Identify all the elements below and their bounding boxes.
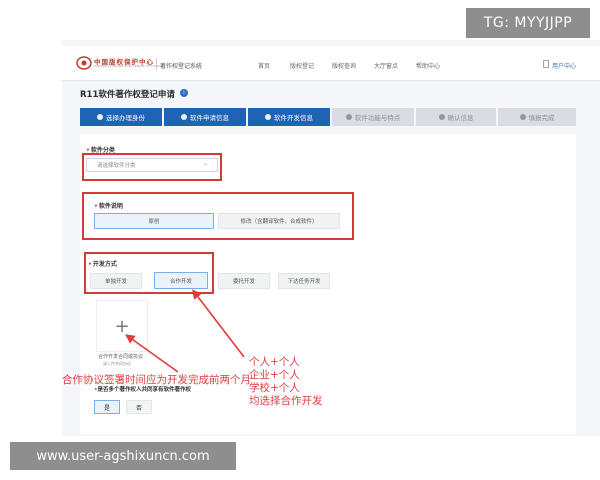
- step-select-identity[interactable]: 选择办理身份: [80, 108, 162, 126]
- option-commissioned-development[interactable]: 委托开发: [218, 273, 270, 289]
- logo-subtext: COPYRIGHT PROTECTION CENTER OF CHINA: [94, 64, 161, 68]
- highlight-box-method: [84, 252, 214, 294]
- watermark-top-right: TG: MYYJJPP: [466, 8, 590, 38]
- nav-hall[interactable]: 大厅窗点: [374, 61, 398, 70]
- option-task-development[interactable]: 下达任务开发: [278, 273, 330, 289]
- step-development-info[interactable]: 软件开发信息: [248, 108, 330, 126]
- document-icon: [345, 114, 352, 120]
- watermark-bottom-left: www.user-agshixuncn.com: [10, 442, 236, 470]
- annotation-right-line-1: 个人+个人: [249, 356, 300, 368]
- step-application-info[interactable]: 软件申请信息: [164, 108, 246, 126]
- user-icon[interactable]: [543, 60, 549, 68]
- step-confirm[interactable]: 确认信息: [416, 108, 496, 126]
- page-title: R11软件著作权登记申请: [80, 90, 175, 100]
- user-center-link[interactable]: 用户中心: [552, 61, 576, 70]
- nav-home[interactable]: 首页: [258, 61, 270, 70]
- plus-icon: +: [114, 315, 130, 337]
- multi-owner-question: •是否多个著作权人共同享有软件著作权: [94, 387, 192, 393]
- step-label: 软件开发信息: [274, 114, 313, 122]
- step-complete[interactable]: 填报完成: [498, 108, 576, 126]
- highlight-box-category: [82, 153, 222, 181]
- logo-icon: [76, 56, 92, 70]
- upload-caption: 合作开发合同或协议: [98, 354, 144, 360]
- annotation-right-line-4: 均选择合作开发: [249, 395, 323, 407]
- info-icon[interactable]: i: [180, 89, 188, 97]
- step-label: 软件功能与特点: [354, 114, 401, 122]
- annotation-right-line-3: 学校+个人: [249, 382, 300, 394]
- option-yes[interactable]: 是: [94, 400, 120, 414]
- nav-query[interactable]: 版权查询: [332, 61, 356, 70]
- step-features[interactable]: 软件功能与特点: [332, 108, 414, 126]
- step-label: 选择办理身份: [106, 114, 145, 122]
- upload-button[interactable]: +: [96, 300, 148, 352]
- check-icon: [519, 114, 526, 120]
- annotation-right-line-2: 企业+个人: [249, 369, 300, 381]
- nav-registration[interactable]: 版权登记: [290, 61, 314, 70]
- location-icon: [181, 114, 187, 120]
- upload-subcaption: 请上传合同协议: [103, 361, 131, 366]
- step-label: 确认信息: [447, 114, 474, 122]
- logo-divider: [156, 58, 157, 70]
- document-icon: [438, 114, 445, 120]
- document-icon: [265, 114, 271, 120]
- step-label: 软件申请信息: [190, 114, 229, 122]
- highlight-box-description: [82, 192, 354, 240]
- nav-help[interactable]: 帮助中心: [416, 61, 440, 70]
- user-icon: [97, 114, 103, 120]
- progress-steps: 选择办理身份 软件申请信息 软件开发信息 软件功能与特点 确认信息 填报完成: [80, 108, 576, 126]
- option-no[interactable]: 否: [126, 400, 152, 414]
- step-label: 填报完成: [528, 114, 555, 122]
- system-name: 著作权登记系统: [160, 63, 203, 70]
